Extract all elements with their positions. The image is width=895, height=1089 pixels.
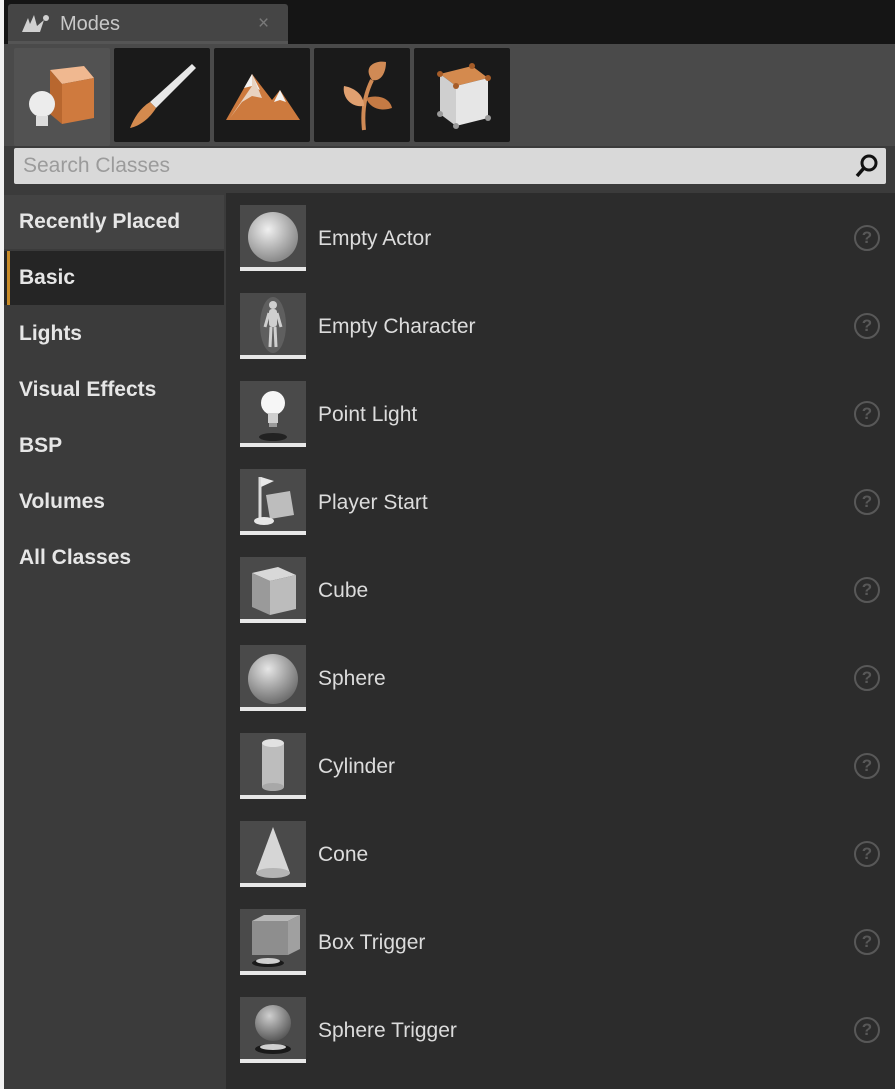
modes-panel: Modes × Search Classes Recently Placed B… (4, 0, 895, 1089)
category-volumes[interactable]: Volumes (4, 475, 224, 529)
list-item-cone[interactable]: Cone ? (226, 809, 895, 897)
category-all-classes[interactable]: All Classes (4, 531, 224, 585)
list-item-player-start[interactable]: Player Start ? (226, 457, 895, 545)
item-label: Sphere Trigger (318, 1019, 457, 1042)
list-item-sphere-trigger[interactable]: Sphere Trigger ? (226, 985, 895, 1073)
help-icon[interactable]: ? (854, 489, 880, 515)
help-icon[interactable]: ? (854, 225, 880, 251)
sphere-trigger-icon (255, 1005, 291, 1054)
category-basic[interactable]: Basic (4, 251, 224, 305)
thumbnail (240, 469, 306, 535)
help-icon[interactable]: ? (854, 313, 880, 339)
category-recently-placed[interactable]: Recently Placed (4, 195, 224, 249)
help-icon[interactable]: ? (854, 841, 880, 867)
list-item-point-light[interactable]: Point Light ? (226, 369, 895, 457)
item-label: Point Light (318, 403, 418, 426)
help-icon[interactable]: ? (854, 401, 880, 427)
category-list: Recently Placed Basic Lights Visual Effe… (4, 193, 224, 1089)
item-label: Box Trigger (318, 931, 426, 954)
help-icon[interactable]: ? (854, 1017, 880, 1043)
class-list: Empty Actor ? Empty Character ? Point Li… (226, 193, 895, 1089)
empty-character-icon (260, 297, 286, 353)
leaf-icon (343, 61, 392, 131)
help-icon[interactable]: ? (854, 665, 880, 691)
thumbnail (240, 557, 306, 623)
mode-toolbar (4, 44, 895, 146)
geometry-cube-icon (437, 63, 491, 129)
thumbnail (240, 293, 306, 359)
sphere-icon (248, 654, 298, 704)
cube-icon (252, 567, 296, 615)
thumbnail (240, 821, 306, 887)
search-icon[interactable] (854, 153, 880, 179)
list-item-empty-character[interactable]: Empty Character ? (226, 281, 895, 369)
help-icon[interactable]: ? (854, 753, 880, 779)
tab-strip: Modes × (4, 0, 895, 44)
cone-icon (256, 827, 290, 878)
point-light-icon (259, 391, 287, 441)
list-item-cylinder[interactable]: Cylinder ? (226, 721, 895, 809)
thumbnail (240, 733, 306, 799)
place-mode-icon (29, 66, 94, 126)
thumbnail (240, 645, 306, 711)
item-label: Empty Actor (318, 227, 432, 250)
tab-modes[interactable]: Modes × (8, 4, 288, 44)
list-item-sphere[interactable]: Sphere ? (226, 633, 895, 721)
list-item-empty-actor[interactable]: Empty Actor ? (226, 193, 895, 281)
close-icon[interactable]: × (258, 13, 269, 35)
modes-icon (22, 15, 49, 32)
search-box (14, 148, 886, 184)
geometry-mode-button[interactable] (414, 48, 510, 142)
category-lights[interactable]: Lights (4, 307, 224, 361)
tab-title: Modes (60, 13, 121, 35)
list-item-cube[interactable]: Cube ? (226, 545, 895, 633)
help-icon[interactable]: ? (854, 577, 880, 603)
paint-brush-icon (130, 64, 196, 128)
item-label: Cone (318, 843, 369, 866)
box-trigger-icon (252, 915, 300, 967)
item-label: Sphere (318, 667, 386, 690)
thumbnail (240, 381, 306, 447)
paint-mode-button[interactable] (114, 48, 210, 142)
thumbnail (240, 997, 306, 1063)
mountain-icon (226, 74, 300, 120)
category-visual-effects[interactable]: Visual Effects (4, 363, 224, 417)
player-start-icon (254, 477, 294, 525)
list-item-box-trigger[interactable]: Box Trigger ? (226, 897, 895, 985)
item-label: Player Start (318, 491, 428, 514)
item-label: Cylinder (318, 755, 396, 778)
help-icon[interactable]: ? (854, 929, 880, 955)
item-label: Empty Character (318, 315, 476, 338)
category-bsp[interactable]: BSP (4, 419, 224, 473)
cylinder-icon (262, 739, 284, 791)
foliage-mode-button[interactable] (314, 48, 410, 142)
empty-actor-icon (248, 212, 298, 262)
item-label: Cube (318, 579, 369, 602)
place-mode-button[interactable] (14, 48, 110, 146)
thumbnail (240, 205, 306, 271)
search-input[interactable] (14, 148, 844, 184)
thumbnail (240, 909, 306, 975)
landscape-mode-button[interactable] (214, 48, 310, 142)
